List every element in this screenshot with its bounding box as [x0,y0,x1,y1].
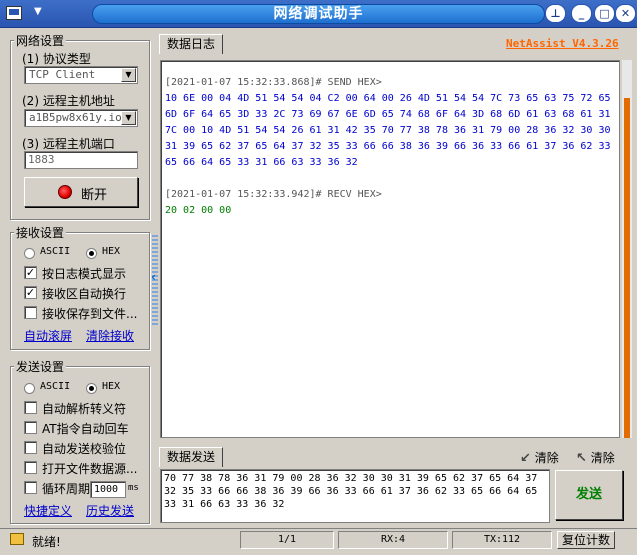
host-label: (2) 远程主机地址 [22,94,115,108]
file-source-checkbox[interactable] [24,461,37,474]
disconnect-button[interactable]: 断开 [24,177,138,207]
receive-hex-radio[interactable] [86,248,97,259]
log-mode-label: 按日志模式显示 [42,267,127,281]
clear-receive-link[interactable]: 清除接收 [86,327,134,344]
escape-parse-label: 自动解析转义符 [42,402,127,416]
checksum-checkbox[interactable] [24,441,37,454]
connection-status-icon [58,185,72,199]
host-select[interactable]: a1B5pw8x61y.iot- ▼ [24,109,138,127]
send-settings-title: 发送设置 [14,358,67,375]
close-button[interactable]: ✕ [615,4,636,23]
window-title: 网络调试助手 [273,6,364,22]
status-icon [10,533,24,545]
loop-label: 循环周期 [42,482,91,496]
version-link[interactable]: NetAssist V4.3.26 [506,37,619,50]
arrow-down-left-icon: ↙ [520,451,531,466]
auto-wrap-checkbox[interactable]: ✓ [24,286,37,299]
send-ascii-label: ASCII [40,381,71,392]
at-return-label: AT指令自动回车 [42,422,129,436]
chevron-left-icon[interactable]: ‹ [151,270,156,284]
at-return-checkbox[interactable] [24,421,37,434]
save-to-file-label: 接收保存到文件... [42,307,138,321]
protocol-select[interactable]: TCP Client ▼ [24,66,138,84]
receive-ascii-label: ASCII [40,246,71,257]
receive-hex-label: HEX [102,246,121,257]
auto-scroll-link[interactable]: 自动滚屏 [24,327,72,344]
pin-icon[interactable]: ⊥ [545,4,566,23]
minimize-button[interactable]: _ [571,4,592,23]
save-to-file-checkbox[interactable] [24,306,37,319]
maximize-button[interactable]: □ [594,4,615,23]
log-entry-header: [2021-01-07 15:32:33.868]# SEND HEX> [165,77,382,88]
receive-settings-title: 接收设置 [14,224,67,241]
host-value: a1B5pw8x61y.iot- [29,111,135,124]
clear-send-button[interactable]: ↖ 清除 [576,449,615,466]
history-send-link[interactable]: 历史发送 [86,502,134,519]
network-settings-title: 网络设置 [14,32,67,49]
rx-counter: RX:4 [338,531,448,549]
clear-log-label: 清除 [534,451,559,465]
chevron-down-icon[interactable]: ▼ [34,6,42,17]
arrow-up-left-icon: ↖ [576,451,587,466]
protocol-value: TCP Client [29,68,96,81]
log-scrollbar-thumb[interactable] [624,98,630,438]
page-indicator: 1/1 [240,531,334,549]
disconnect-label: 断开 [81,188,108,203]
file-source-label: 打开文件数据源... [42,462,138,476]
reset-counter-button[interactable]: 复位计数 [557,531,615,549]
status-ready: 就绪! [32,535,61,549]
send-button[interactable]: 发送 [555,470,623,520]
send-ascii-radio[interactable] [24,383,35,394]
tab-data-send[interactable]: 数据发送 [159,447,223,467]
log-mode-checkbox[interactable]: ✓ [24,266,37,279]
clear-log-button[interactable]: ↙ 清除 [520,449,559,466]
send-hex-radio[interactable] [86,383,97,394]
quick-define-link[interactable]: 快捷定义 [24,502,72,519]
network-app-icon[interactable] [6,6,22,20]
port-input[interactable]: 1883 [24,151,138,169]
loop-period-input[interactable]: 1000 [90,481,126,498]
receive-log[interactable]: [2021-01-07 15:32:33.868]# SEND HEX> 10 … [160,60,620,438]
log-entry-body: 20 02 00 00 [165,205,232,216]
send-input[interactable]: 70 77 38 78 36 31 79 00 28 36 32 30 30 3… [160,469,550,523]
checksum-label: 自动发送校验位 [42,442,127,456]
log-entry-body: 10 6E 00 04 4D 51 54 54 04 C2 00 64 00 2… [165,93,611,168]
protocol-label: (1) 协议类型 [22,52,91,66]
auto-wrap-label: 接收区自动换行 [42,287,127,301]
title-bar: ▼ 网络调试助手 ⊥ _ □ ✕ [0,0,637,28]
chevron-down-icon[interactable]: ▼ [121,68,136,82]
escape-parse-checkbox[interactable] [24,401,37,414]
chevron-down-icon[interactable]: ▼ [121,111,136,125]
loop-unit: ms [128,483,139,493]
status-bar: 就绪! 1/1 RX:4 TX:112 复位计数 [0,528,637,550]
send-hex-label: HEX [102,381,121,392]
clear-send-label: 清除 [590,451,615,465]
log-entry-header: [2021-01-07 15:32:33.942]# RECV HEX> [165,189,382,200]
tab-data-log[interactable]: 数据日志 [159,34,223,54]
log-spacer [165,171,619,187]
receive-ascii-radio[interactable] [24,248,35,259]
loop-checkbox[interactable] [24,481,37,494]
tx-counter: TX:112 [452,531,552,549]
port-label: (3) 远程主机端口 [22,137,115,151]
